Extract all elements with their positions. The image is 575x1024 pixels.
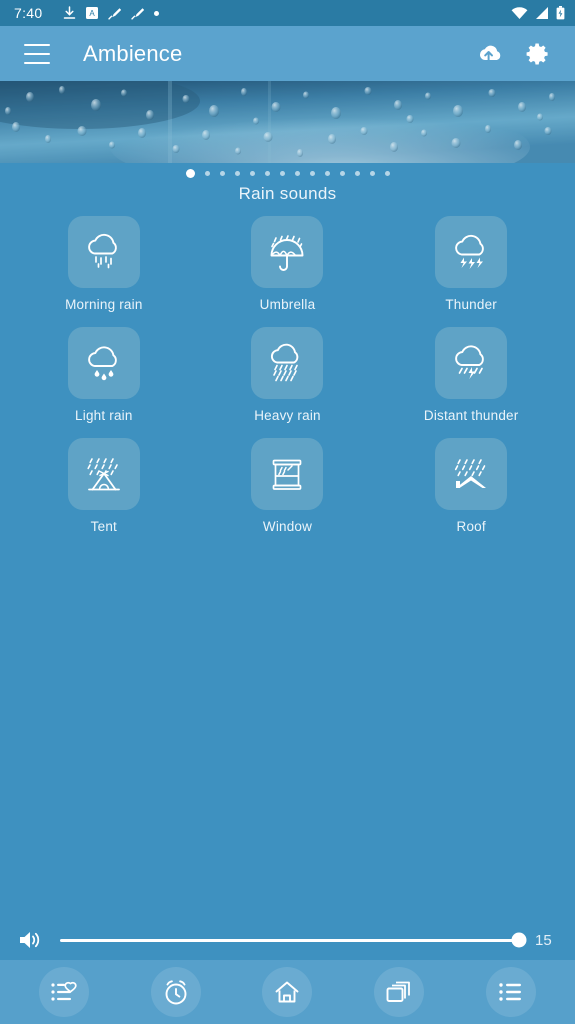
app-screen: 7:40 A xyxy=(0,0,575,1024)
brush-icon-2 xyxy=(131,7,144,20)
pager-dot[interactable] xyxy=(355,171,360,176)
menu-icon[interactable] xyxy=(24,44,50,64)
sound-tile[interactable] xyxy=(435,438,507,510)
pager-dot[interactable] xyxy=(325,171,330,176)
sound-label: Light rain xyxy=(75,408,133,423)
sound-tile[interactable] xyxy=(435,216,507,288)
umbrella-rain-icon xyxy=(261,226,313,278)
cloud-rain-lightning-icon xyxy=(445,337,497,389)
volume-value: 15 xyxy=(535,932,557,949)
status-bar-left: 7:40 A xyxy=(14,5,159,21)
sound-tile[interactable] xyxy=(68,216,140,288)
app-bar: Ambience xyxy=(0,26,575,81)
layers-icon xyxy=(385,979,413,1005)
sound-label: Distant thunder xyxy=(424,408,519,423)
pager-dot[interactable] xyxy=(295,171,300,176)
gear-icon[interactable] xyxy=(525,41,551,67)
sound-tile[interactable] xyxy=(251,327,323,399)
sound-item-light-rain[interactable]: Light rain xyxy=(12,327,196,423)
volume-slider[interactable] xyxy=(60,931,519,949)
sound-label: Tent xyxy=(91,519,117,534)
sound-item-morning-rain[interactable]: Morning rain xyxy=(12,216,196,312)
pager-dot[interactable] xyxy=(235,171,240,176)
status-time: 7:40 xyxy=(14,5,42,21)
volume-track xyxy=(60,939,519,942)
status-right-icons xyxy=(511,6,565,20)
pager-dot[interactable] xyxy=(310,171,315,176)
volume-thumb[interactable] xyxy=(512,933,527,948)
status-bar: 7:40 A xyxy=(0,0,575,26)
pager-dot[interactable] xyxy=(220,171,225,176)
battery-charging-icon xyxy=(556,6,565,20)
bottom-navigation xyxy=(0,960,575,1024)
sound-label: Window xyxy=(263,519,312,534)
nav-playlist[interactable] xyxy=(486,967,536,1017)
wifi-icon xyxy=(511,7,528,20)
app-bar-actions xyxy=(474,41,559,67)
nav-home[interactable] xyxy=(262,967,312,1017)
tent-rain-icon xyxy=(78,448,130,500)
sound-label: Roof xyxy=(457,519,486,534)
sound-label: Morning rain xyxy=(65,297,142,312)
page-title: Ambience xyxy=(83,41,182,67)
brush-icon xyxy=(108,7,121,20)
cloud-heavy-rain-icon xyxy=(261,337,313,389)
cloud-rain-streaks-icon xyxy=(78,226,130,278)
sound-tile[interactable] xyxy=(251,438,323,510)
nav-mixes[interactable] xyxy=(374,967,424,1017)
hero-banner[interactable] xyxy=(0,81,575,163)
pager-dot[interactable] xyxy=(205,171,210,176)
alarm-clock-icon xyxy=(162,978,190,1006)
sound-item-umbrella[interactable]: Umbrella xyxy=(196,216,380,312)
sound-tile[interactable] xyxy=(251,216,323,288)
cloud-upload-button[interactable] xyxy=(474,42,503,65)
download-icon xyxy=(63,6,76,20)
home-icon xyxy=(273,978,301,1006)
sound-item-roof[interactable]: Roof xyxy=(379,438,563,534)
sound-tile[interactable] xyxy=(68,438,140,510)
volume-control: 15 xyxy=(0,920,575,960)
sound-label: Thunder xyxy=(445,297,497,312)
nav-timer[interactable] xyxy=(151,967,201,1017)
speaker-volume-icon[interactable] xyxy=(18,929,42,951)
sound-item-thunder[interactable]: Thunder xyxy=(379,216,563,312)
nav-favorites[interactable] xyxy=(39,967,89,1017)
dot-icon xyxy=(154,11,159,16)
carousel-pager[interactable] xyxy=(0,163,575,183)
cloud-lightning-icon xyxy=(445,226,497,278)
roof-rain-icon xyxy=(445,448,497,500)
sound-item-distant-thunder[interactable]: Distant thunder xyxy=(379,327,563,423)
sound-item-tent[interactable]: Tent xyxy=(12,438,196,534)
list-icon xyxy=(498,981,524,1003)
cloud-droplets-icon xyxy=(78,337,130,389)
rain-window-photo xyxy=(0,81,575,163)
sound-item-window[interactable]: Window xyxy=(196,438,380,534)
sound-tile[interactable] xyxy=(68,327,140,399)
sound-grid: Morning rain Umbrella xyxy=(0,216,575,534)
pager-dot[interactable] xyxy=(385,171,390,176)
pager-dot-active[interactable] xyxy=(186,169,195,178)
pager-dot[interactable] xyxy=(265,171,270,176)
app-badge-icon: A xyxy=(86,7,98,19)
window-rain-icon xyxy=(261,448,313,500)
pager-dot[interactable] xyxy=(370,171,375,176)
sound-item-heavy-rain[interactable]: Heavy rain xyxy=(196,327,380,423)
cell-signal-icon xyxy=(535,7,549,20)
section-title: Rain sounds xyxy=(0,184,575,204)
pager-dot[interactable] xyxy=(280,171,285,176)
sound-label: Umbrella xyxy=(260,297,316,312)
sound-label: Heavy rain xyxy=(254,408,321,423)
list-heart-icon xyxy=(50,979,78,1005)
svg-text:A: A xyxy=(90,9,96,18)
sound-tile[interactable] xyxy=(435,327,507,399)
pager-dot[interactable] xyxy=(250,171,255,176)
pager-dot[interactable] xyxy=(340,171,345,176)
status-left-icons: A xyxy=(63,6,159,20)
